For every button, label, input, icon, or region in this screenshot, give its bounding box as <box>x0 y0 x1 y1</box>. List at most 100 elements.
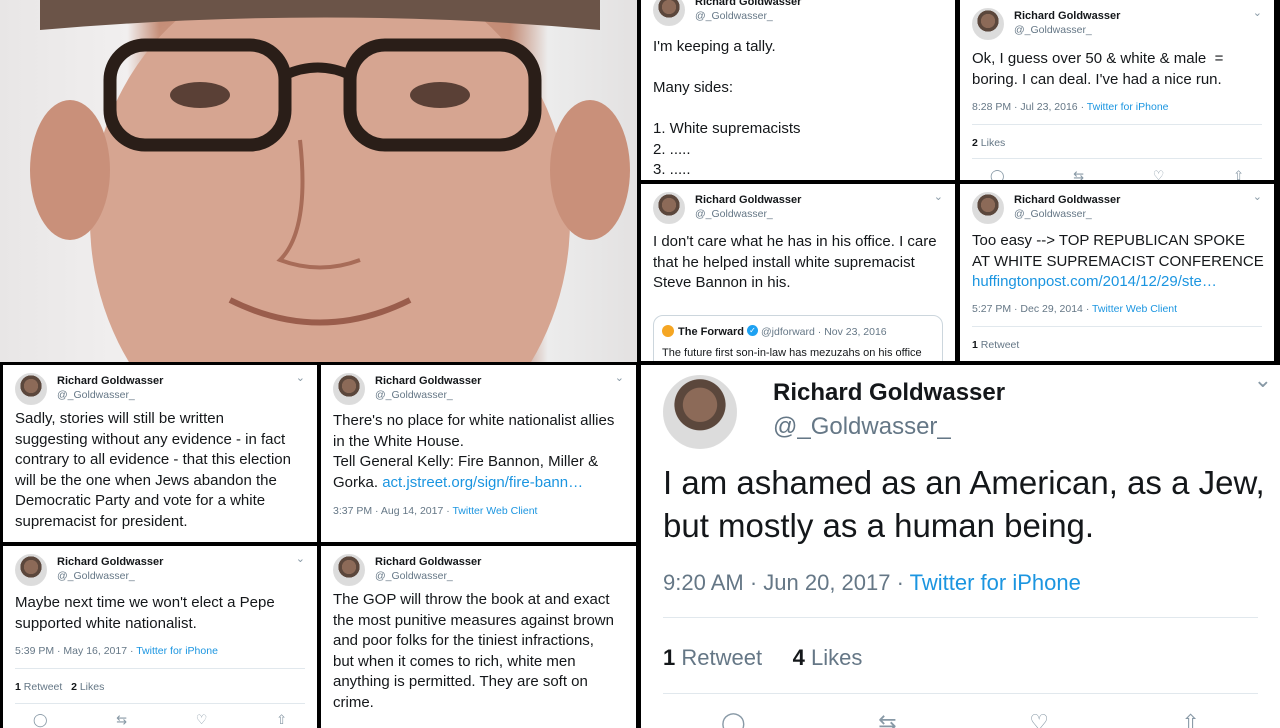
face-illustration <box>30 0 630 362</box>
reply-icon[interactable]: ◯ <box>33 712 48 728</box>
author-handle[interactable]: @_Goldwasser_ <box>695 208 773 220</box>
avatar[interactable] <box>15 554 47 586</box>
chevron-down-icon[interactable]: ⌄ <box>615 371 624 384</box>
client-link[interactable]: Twitter Web Client <box>1092 303 1177 315</box>
divider <box>15 668 305 669</box>
reply-icon[interactable]: ◯ <box>990 168 1005 180</box>
avatar[interactable] <box>15 373 47 405</box>
divider <box>972 124 1262 125</box>
quoted-tweet[interactable]: The Forward ✓ @jdforward · Nov 23, 2016 Th… <box>653 315 943 361</box>
author-name[interactable]: Richard Goldwasser <box>695 0 801 8</box>
heart-icon[interactable]: ♡ <box>196 712 208 728</box>
share-icon[interactable]: ⇧ <box>1233 168 1244 180</box>
quote-handle: @jdforward · Nov 23, 2016 <box>761 326 887 338</box>
avatar[interactable] <box>333 373 365 405</box>
tweet-link[interactable]: huffingtonpost.com/2014/12/29/ste… <box>972 272 1264 293</box>
author-name[interactable]: Richard Goldwasser <box>773 379 1005 407</box>
tweet-jews-democratic[interactable]: Richard Goldwasser @_Goldwasser_ ⌄ Sadly… <box>3 365 317 542</box>
author-handle[interactable]: @_Goldwasser_ <box>57 570 135 582</box>
tweet-huffpost[interactable]: Richard Goldwasser @_Goldwasser_ ⌄ Too e… <box>960 184 1274 361</box>
client-link[interactable]: Twitter for iPhone <box>1087 101 1169 113</box>
divider <box>663 693 1258 694</box>
author-handle[interactable]: @_Goldwasser_ <box>695 10 773 22</box>
author-handle[interactable]: @_Goldwasser_ <box>57 389 135 401</box>
avatar[interactable] <box>663 375 737 449</box>
tweet-meta: 8:28 PM · Jul 23, 2016 · Twitter for iPh… <box>972 101 1169 113</box>
tweet-text: Sadly, stories will still be written sug… <box>15 410 291 530</box>
chevron-down-icon[interactable]: ⌄ <box>1254 367 1272 393</box>
tweet-meta: 3:37 PM · Aug 14, 2017 · Twitter Web Cli… <box>333 505 537 517</box>
retweet-icon[interactable]: ⇆ <box>116 712 127 728</box>
tweet-tally[interactable]: Richard Goldwasser @_Goldwasser_ I'm kee… <box>641 0 955 180</box>
tweet-bannon-office[interactable]: Richard Goldwasser @_Goldwasser_ ⌄ I don… <box>641 184 955 361</box>
chevron-down-icon[interactable]: ⌄ <box>934 190 943 203</box>
author-handle[interactable]: @_Goldwasser_ <box>1014 24 1092 36</box>
author-handle[interactable]: @_Goldwasser_ <box>375 389 453 401</box>
author-name[interactable]: Richard Goldwasser <box>375 375 481 387</box>
author-name[interactable]: Richard Goldwasser <box>1014 194 1120 206</box>
avatar[interactable] <box>972 192 1004 224</box>
timestamp[interactable]: 8:28 PM · Jul 23, 2016 · <box>972 101 1087 113</box>
action-row: ◯ ⇆ ♡ ⇧ <box>33 712 287 728</box>
timestamp[interactable]: 3:37 PM · Aug 14, 2017 · <box>333 505 452 517</box>
retweet-stats[interactable]: 1 Retweet <box>972 339 1019 351</box>
reply-icon[interactable]: ◯ <box>721 710 746 728</box>
retweet-label[interactable]: Retweet <box>24 681 63 693</box>
likes-label[interactable]: Likes <box>811 645 862 670</box>
avatar[interactable] <box>653 0 685 26</box>
retweet-label: Retweet <box>980 339 1020 351</box>
author-handle[interactable]: @_Goldwasser_ <box>375 570 453 582</box>
tweet-stats: 1 Retweet 4 Likes <box>663 645 862 671</box>
tweet-meta: 5:39 PM · May 16, 2017 · Twitter for iPh… <box>15 645 218 657</box>
tweet-ashamed[interactable]: Richard Goldwasser @_Goldwasser_ ⌄ I am … <box>641 365 1280 728</box>
avatar[interactable] <box>972 8 1004 40</box>
tweet-pepe[interactable]: Richard Goldwasser @_Goldwasser_ ⌄ Maybe… <box>3 546 317 728</box>
share-icon[interactable]: ⇧ <box>276 712 287 728</box>
tweet-white-house[interactable]: Richard Goldwasser @_Goldwasser_ ⌄ There… <box>321 365 636 542</box>
chevron-down-icon[interactable]: ⌄ <box>296 552 305 565</box>
likes-label: Likes <box>980 137 1006 149</box>
author-name[interactable]: Richard Goldwasser <box>57 556 163 568</box>
divider <box>972 326 1262 327</box>
retweet-icon[interactable]: ⇆ <box>1073 168 1084 180</box>
chevron-down-icon[interactable]: ⌄ <box>296 371 305 384</box>
timestamp[interactable]: 5:27 PM · Dec 29, 2014 · <box>972 303 1092 315</box>
author-name[interactable]: Richard Goldwasser <box>375 556 481 568</box>
author-name[interactable]: Richard Goldwasser <box>57 375 163 387</box>
share-icon[interactable]: ⇧ <box>1182 710 1200 728</box>
retweet-label[interactable]: Retweet <box>681 645 762 670</box>
tweet-text: Too easy --> TOP REPUBLICAN SPOKE AT WHI… <box>972 232 1264 270</box>
client-link[interactable]: Twitter for iPhone <box>136 645 218 657</box>
heart-icon[interactable]: ♡ <box>1029 710 1049 728</box>
author-name[interactable]: Richard Goldwasser <box>695 194 801 206</box>
likes-count[interactable]: 2 <box>71 681 77 693</box>
like-stats[interactable]: 2 Likes <box>972 137 1005 149</box>
client-link[interactable]: Twitter Web Client <box>452 505 537 517</box>
tweet-text: I don't care what he has in his office. … <box>653 233 937 291</box>
timestamp[interactable]: 9:20 AM · Jun 20, 2017 · <box>663 570 910 595</box>
likes-label[interactable]: Likes <box>80 681 105 693</box>
quote-text: The future first son-in-law has mezuzahs… <box>662 347 922 359</box>
tweet-text: I'm keeping a tally. Many sides: 1. Whit… <box>653 38 801 178</box>
tweet-boring[interactable]: Richard Goldwasser @_Goldwasser_ ⌄ Ok, I… <box>960 0 1274 180</box>
avatar[interactable] <box>333 554 365 586</box>
tweet-gop[interactable]: Richard Goldwasser @_Goldwasser_ The GOP… <box>321 546 636 728</box>
client-link[interactable]: Twitter for iPhone <box>910 570 1081 595</box>
chevron-down-icon[interactable]: ⌄ <box>1253 6 1262 19</box>
tweet-text: There's no place for white nationalist a… <box>333 411 626 493</box>
retweet-count[interactable]: 1 <box>663 645 675 670</box>
author-handle[interactable]: @_Goldwasser_ <box>1014 208 1092 220</box>
heart-icon[interactable]: ♡ <box>1153 168 1165 180</box>
profile-photo <box>0 0 637 362</box>
author-handle[interactable]: @_Goldwasser_ <box>773 413 951 441</box>
chevron-down-icon[interactable]: ⌄ <box>1253 190 1262 203</box>
tweet-link[interactable]: act.jstreet.org/sign/fire-bann… <box>382 474 583 491</box>
tweet-meta: 5:27 PM · Dec 29, 2014 · Twitter Web Cli… <box>972 303 1177 315</box>
timestamp[interactable]: 5:39 PM · May 16, 2017 · <box>15 645 136 657</box>
likes-count[interactable]: 4 <box>793 645 805 670</box>
avatar[interactable] <box>653 192 685 224</box>
retweet-icon[interactable]: ⇆ <box>878 710 896 728</box>
retweet-count[interactable]: 1 <box>15 681 21 693</box>
tweet-meta: 9:20 AM · Jun 20, 2017 · Twitter for iPh… <box>663 570 1081 596</box>
author-name[interactable]: Richard Goldwasser <box>1014 10 1120 22</box>
